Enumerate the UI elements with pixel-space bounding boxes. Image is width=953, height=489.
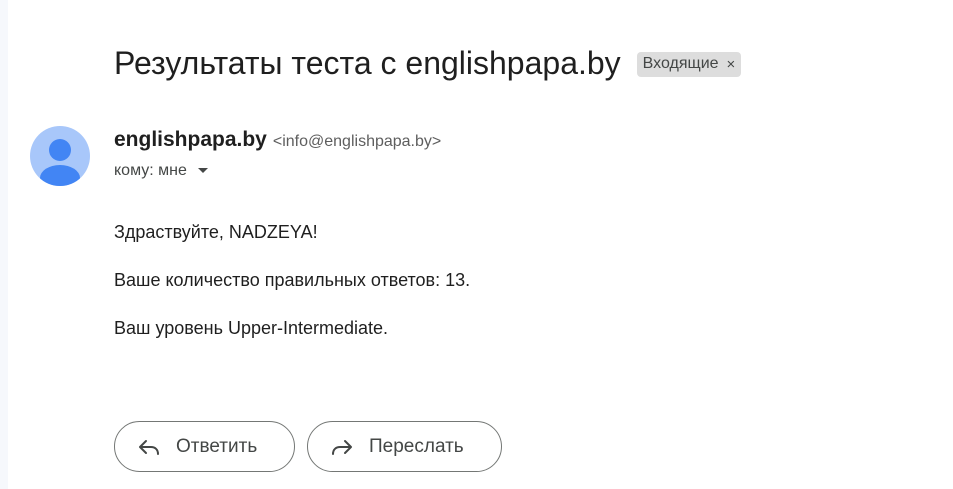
forward-button[interactable]: Переслать	[307, 421, 502, 472]
inbox-label-text: Входящие	[642, 55, 719, 72]
left-nav-edge	[0, 0, 8, 489]
email-body-level: Ваш уровень Upper-Intermediate.	[114, 318, 389, 338]
inbox-label-chip[interactable]: Входящие ×	[636, 51, 742, 77]
reply-icon	[137, 435, 161, 459]
email-body-score: Ваше количество правильных ответов: 13.	[114, 270, 471, 290]
remove-label-icon[interactable]: ×	[727, 56, 736, 73]
caret-down-icon[interactable]	[197, 162, 209, 180]
sender-name[interactable]: englishpapa.by	[114, 128, 267, 152]
subject-row: Результаты теста с englishpapa.by Входящ…	[114, 40, 742, 86]
recipient-text: кому: мне	[114, 162, 187, 179]
sender-avatar[interactable]	[30, 126, 90, 186]
reply-button[interactable]: Ответить	[114, 421, 295, 472]
forward-icon	[330, 435, 354, 459]
email-body-greeting: Здраствуйте, NADZEYA!	[114, 222, 318, 242]
forward-button-label: Переслать	[369, 435, 464, 457]
sender-row: englishpapa.by <info@englishpapa.by>	[114, 128, 441, 152]
email-subject: Результаты теста с englishpapa.by	[114, 45, 621, 81]
reply-button-label: Ответить	[176, 435, 258, 457]
person-icon	[40, 139, 80, 186]
recipient-details-toggle[interactable]: кому: мне	[114, 162, 209, 180]
sender-email: <info@englishpapa.by>	[272, 133, 442, 150]
